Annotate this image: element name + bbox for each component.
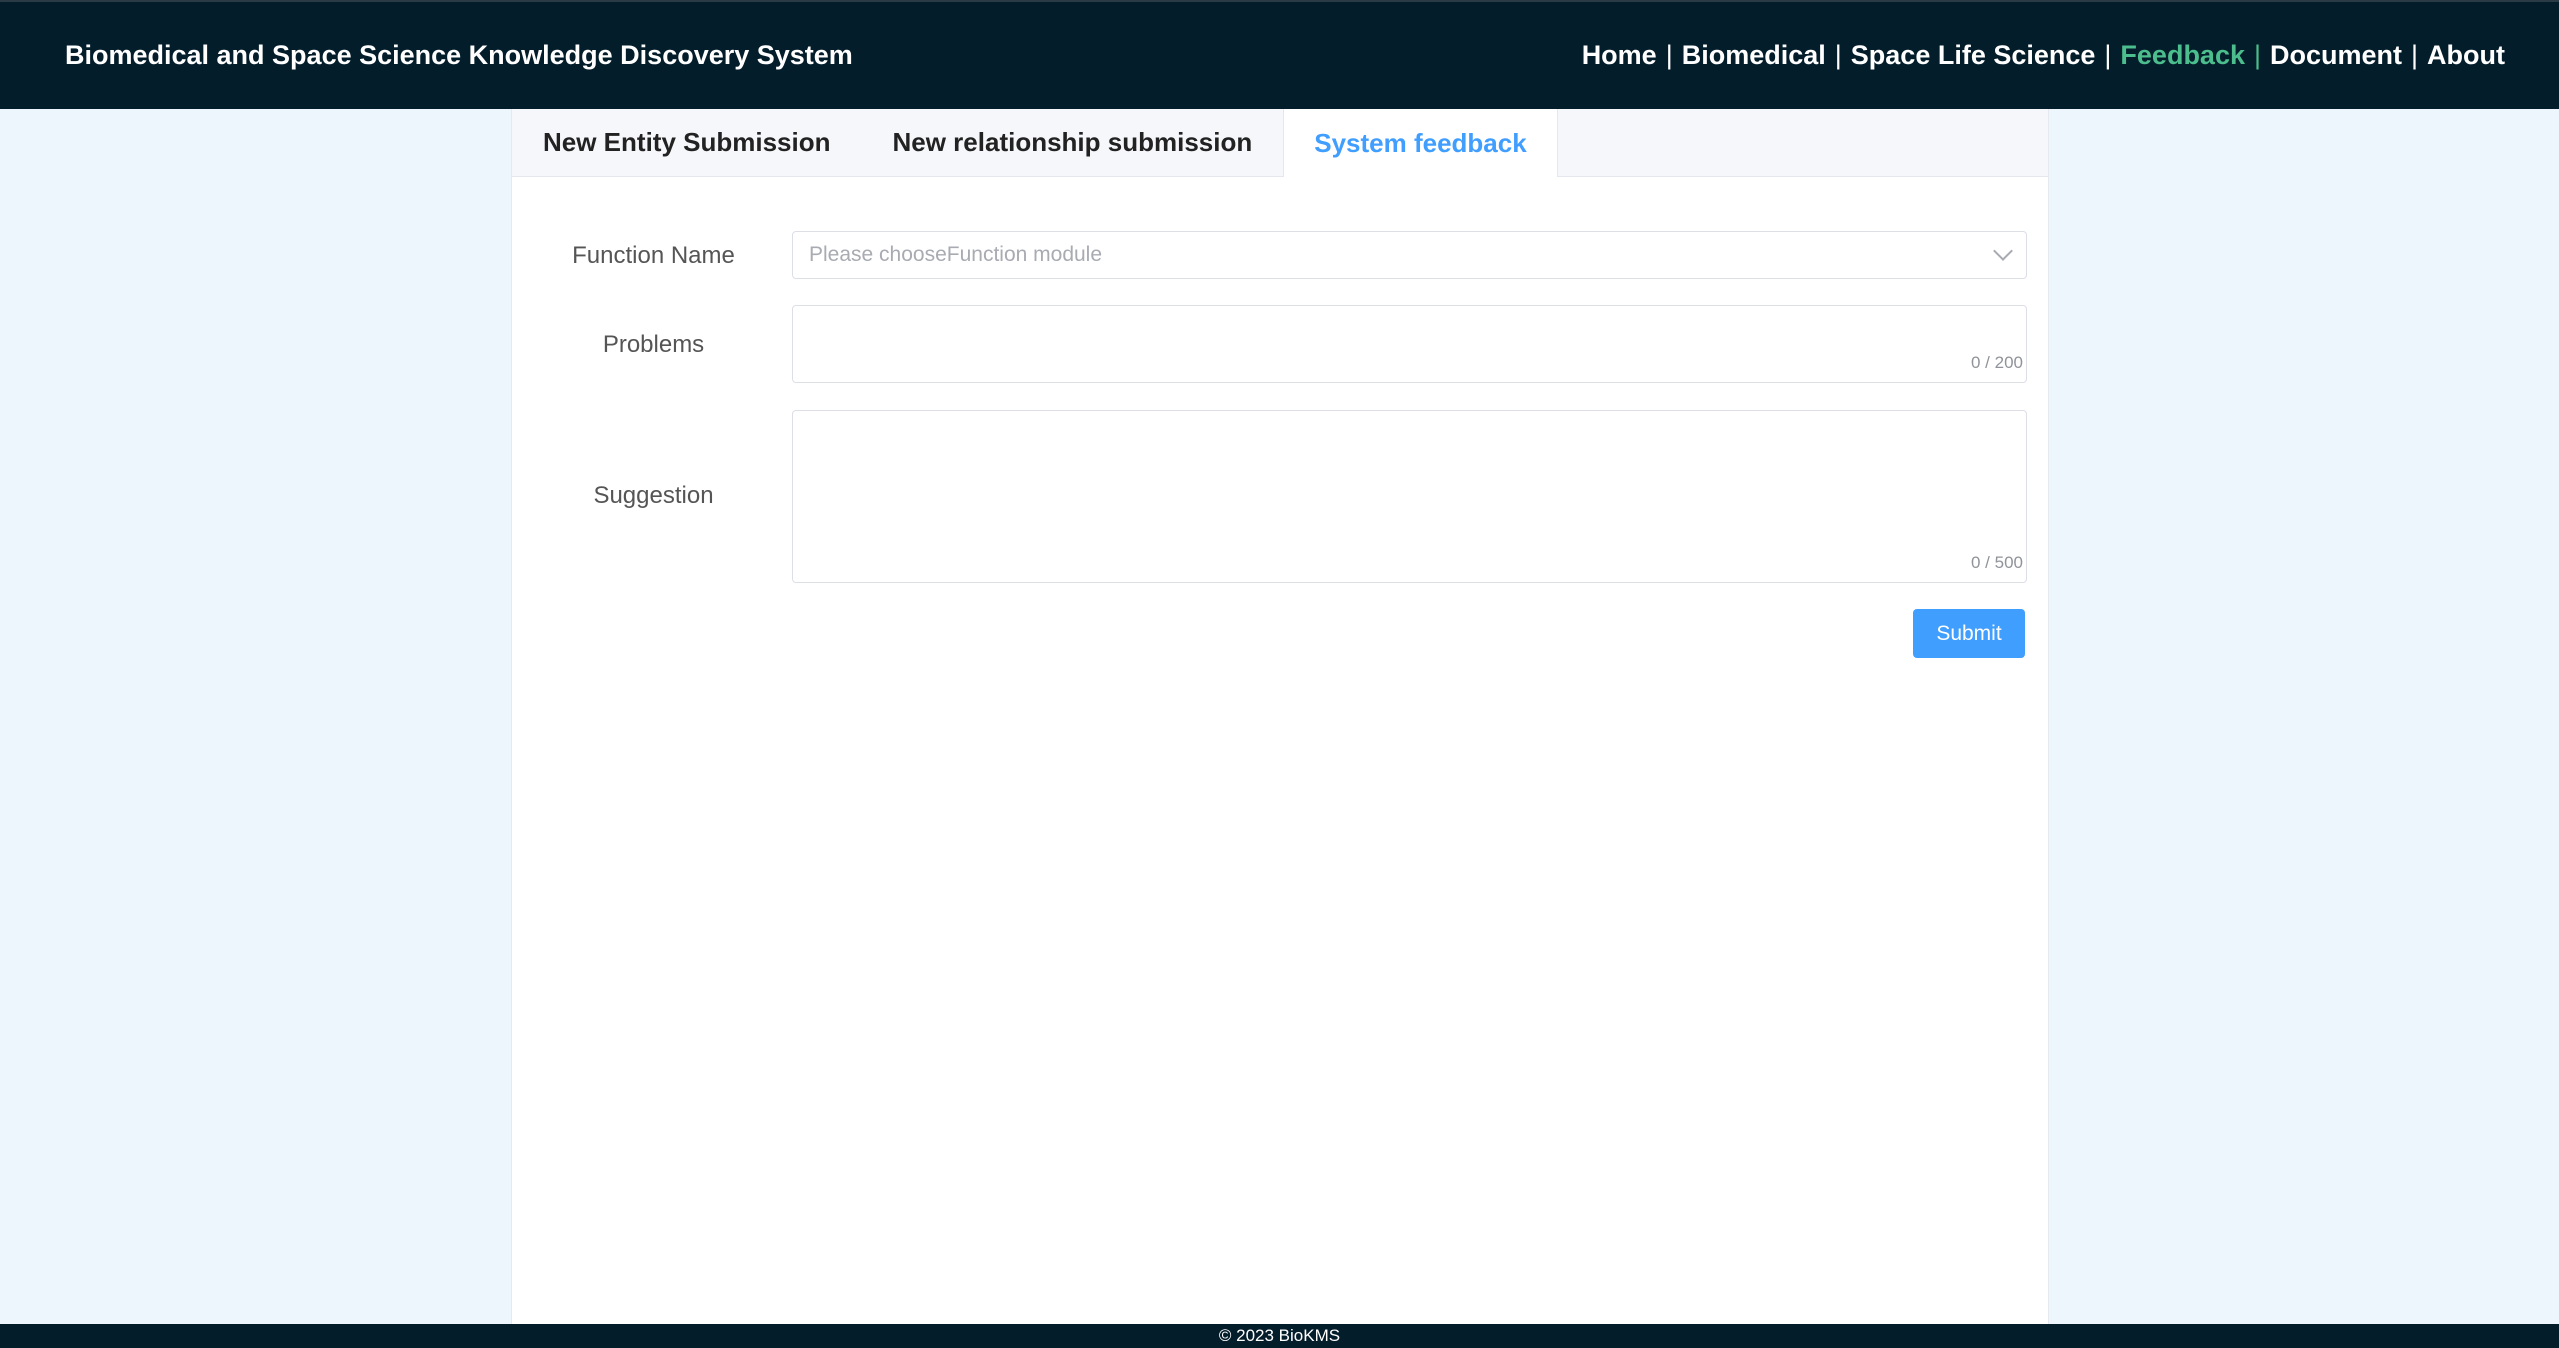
nav-about[interactable]: About bbox=[2427, 40, 2505, 71]
tab-new-entity-submission[interactable]: New Entity Submission bbox=[512, 109, 862, 176]
suggestion-row: Suggestion 0 / 500 bbox=[512, 410, 2048, 583]
tab-new-relationship-submission[interactable]: New relationship submission bbox=[862, 109, 1284, 176]
nav-separator: | bbox=[1834, 40, 1842, 70]
nav-space-life-science[interactable]: Space Life Science bbox=[1851, 40, 2096, 71]
nav-separator: | bbox=[1665, 40, 1673, 70]
top-navbar: Biomedical and Space Science Knowledge D… bbox=[0, 0, 2559, 109]
nav-feedback[interactable]: Feedback bbox=[2120, 40, 2245, 71]
problems-textarea[interactable] bbox=[792, 305, 2027, 383]
suggestion-textarea[interactable] bbox=[792, 410, 2027, 583]
nav-separator: | bbox=[2104, 40, 2112, 70]
function-name-row: Function Name Please chooseFunction modu… bbox=[512, 231, 2048, 279]
submission-tabs: New Entity Submission New relationship s… bbox=[512, 109, 2048, 177]
problems-counter: 0 / 200 bbox=[1971, 353, 2023, 372]
nav-document[interactable]: Document bbox=[2270, 40, 2402, 71]
copyright-text: © 2023 BioKMS bbox=[1218, 1326, 1341, 1345]
suggestion-label: Suggestion bbox=[593, 482, 714, 509]
submit-button[interactable]: Submit bbox=[1913, 609, 2025, 658]
chevron-down-icon bbox=[1993, 241, 2013, 261]
site-title: Biomedical and Space Science Knowledge D… bbox=[65, 40, 853, 70]
content-panel: New Entity Submission New relationship s… bbox=[511, 109, 2049, 1324]
tab-system-feedback[interactable]: System feedback bbox=[1283, 109, 1558, 177]
function-name-placeholder: Please chooseFunction module bbox=[809, 243, 1103, 266]
footer: © 2023 BioKMS bbox=[0, 1324, 2559, 1348]
nav-separator: | bbox=[2253, 40, 2261, 70]
function-name-label: Function Name bbox=[572, 242, 735, 269]
main-nav: Home | Biomedical | Space Life Science |… bbox=[1582, 40, 2505, 71]
function-name-select[interactable]: Please chooseFunction module bbox=[792, 231, 2027, 279]
problems-label: Problems bbox=[602, 331, 705, 358]
nav-home[interactable]: Home bbox=[1582, 40, 1657, 71]
nav-biomedical[interactable]: Biomedical bbox=[1682, 40, 1826, 71]
nav-separator: | bbox=[2411, 40, 2419, 70]
suggestion-counter: 0 / 500 bbox=[1971, 553, 2023, 572]
problems-row: Problems 0 / 200 bbox=[512, 305, 2048, 383]
